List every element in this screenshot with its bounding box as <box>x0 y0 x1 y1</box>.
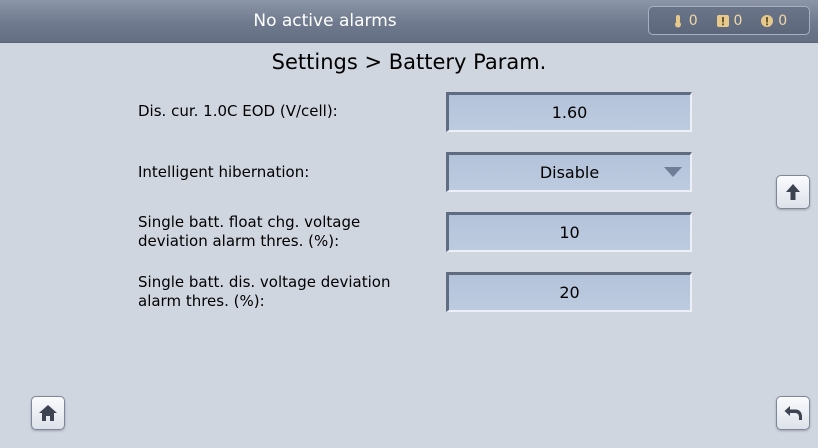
alarm-status-text: No active alarms <box>253 11 397 31</box>
major-alarm-count: 0 <box>716 12 743 29</box>
dis-voltage-deviation-label: Single batt. dis. voltage deviation alar… <box>138 273 391 310</box>
intelligent-hibernation-value: Disable <box>539 163 600 182</box>
float-chg-deviation-label: Single batt. float chg. voltage deviatio… <box>138 213 361 250</box>
status-bar: No active alarms 0 0 0 <box>0 0 818 43</box>
major-count-value: 0 <box>733 12 743 29</box>
critical-alarm-count: 0 <box>671 13 698 29</box>
float-chg-deviation-input[interactable]: 10 <box>446 212 692 252</box>
exclamation-square-icon <box>716 14 729 27</box>
home-icon <box>39 405 57 421</box>
scroll-up-button[interactable] <box>776 175 810 209</box>
thermometer-alarm-icon <box>674 14 681 27</box>
dis-voltage-deviation-input[interactable]: 20 <box>446 272 692 312</box>
eod-voltage-label: Dis. cur. 1.0C EOD (V/cell): <box>138 102 338 120</box>
exclamation-circle-icon <box>761 14 774 27</box>
page-title: Settings > Battery Param. <box>271 50 547 74</box>
intelligent-hibernation-label: Intelligent hibernation: <box>138 163 310 181</box>
triangle-down-icon <box>664 167 682 177</box>
eod-voltage-input[interactable]: 1.60 <box>446 92 692 132</box>
minor-count-value: 0 <box>778 12 788 29</box>
home-button[interactable] <box>31 396 65 430</box>
back-button[interactable] <box>776 396 810 430</box>
alarm-counter-panel[interactable]: 0 0 0 <box>648 6 810 35</box>
critical-count-value: 0 <box>688 12 698 29</box>
intelligent-hibernation-select[interactable]: Disable <box>446 152 692 192</box>
up-arrow-icon <box>786 184 800 200</box>
back-arrow-icon <box>784 406 802 420</box>
minor-alarm-count: 0 <box>760 13 787 29</box>
